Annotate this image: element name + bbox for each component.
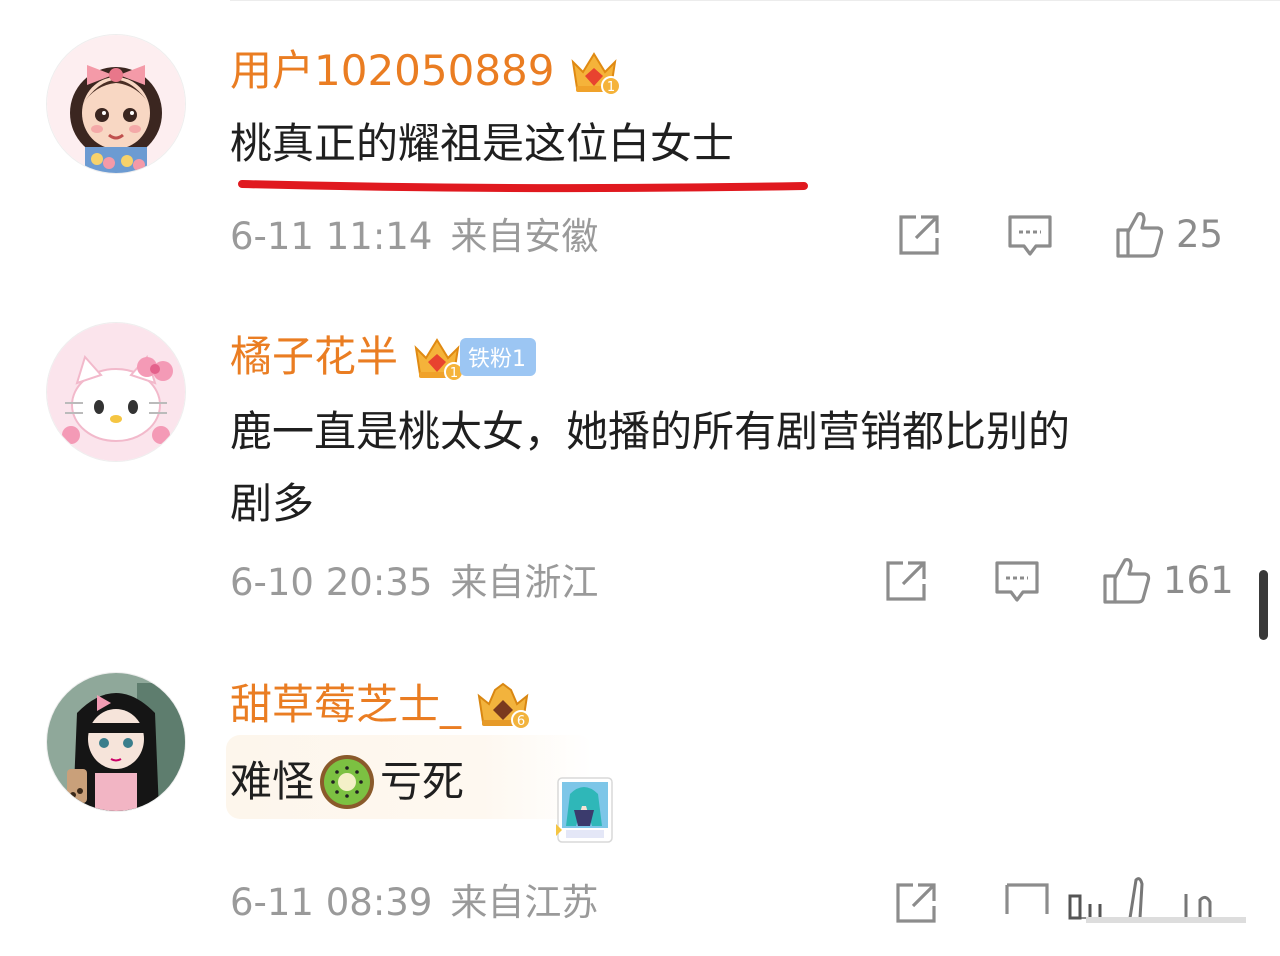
like-button[interactable]: 161 [1101,554,1234,606]
username[interactable]: 橘子花半 [230,336,398,378]
comment-button[interactable] [1003,880,1051,920]
like-count: 161 [1163,558,1234,602]
like-count: 25 [1176,212,1224,256]
comment-item: 橘子花半 1 铁粉1 鹿一直是桃太女，她播的所有剧营销都比别的 剧多 6-10 … [0,300,1280,630]
username[interactable]: 用户102050889 [230,50,555,92]
thumbs-up-icon [1068,877,1246,923]
comment-icon [995,561,1039,602]
comment-text-segment: 难怪 [230,757,315,806]
crown-badge-icon[interactable]: 6 [473,678,532,732]
avatar[interactable] [46,34,186,174]
share-icon [899,215,939,255]
share-button[interactable] [883,558,929,604]
comment-text-line: 剧多 [230,479,315,528]
comment-date: 6-11 08:39 [230,881,433,924]
crown-badge-icon[interactable]: 1 [410,330,465,384]
share-icon [886,561,926,601]
comment-button[interactable] [1006,212,1054,260]
comment-location: 来自浙江 [450,561,599,604]
fan-badge[interactable]: 铁粉1 [460,338,537,376]
thumbs-up-icon [1116,212,1164,258]
comment-item: 甜草莓芝士_ 6 难怪 亏死 6-11 08:39 来自江苏 [0,660,1280,956]
username[interactable]: 甜草莓芝士_ [230,684,461,726]
comment-item: 用户102050889 1 桃真正的耀祖是这位白女士 6-11 11:14 来自… [0,0,1280,290]
red-underline [238,180,808,193]
share-button[interactable] [893,880,939,926]
like-button[interactable]: 25 [1114,208,1223,260]
thumbs-up-icon [1103,558,1151,604]
comment-text-line: 鹿一直是桃太女，她播的所有剧营销都比别的 [230,407,1071,456]
like-button[interactable] [1066,874,1246,924]
crown-level: 6 [517,714,525,729]
share-button[interactable] [896,212,942,258]
kiwi-emoji [320,754,375,809]
comment-date: 6-10 20:35 [230,561,433,604]
comment-location: 来自安徽 [450,215,599,258]
miku-sticker[interactable] [556,776,614,844]
share-icon [896,883,936,923]
crown-level: 1 [606,80,614,95]
comment-date: 6-11 11:14 [230,215,433,258]
comment-text: 难怪 亏死 [230,746,464,818]
scrollbar-thumb[interactable] [1259,570,1268,640]
comment-text: 桃真正的耀祖是这位白女士 [230,108,734,180]
crown-badge-icon[interactable]: 1 [567,44,621,98]
avatar[interactable] [46,672,186,812]
comment-text-line: 桃真正的耀祖是这位白女士 [230,119,735,168]
comment-text-segment: 亏死 [380,757,465,806]
comment-button[interactable] [993,558,1041,606]
comment-text: 鹿一直是桃太女，她播的所有剧营销都比别的 剧多 [230,396,1070,540]
comment-location: 来自江苏 [450,881,599,924]
crown-level: 1 [450,366,458,381]
comment-icon [1005,883,1049,914]
avatar[interactable] [46,322,186,462]
comment-icon [1008,215,1052,256]
